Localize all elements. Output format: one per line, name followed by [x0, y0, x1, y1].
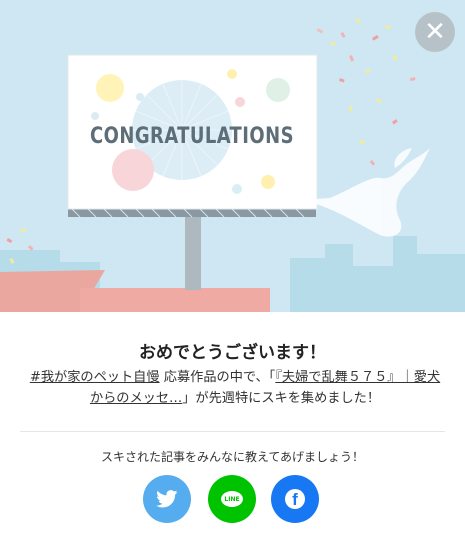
- close-button[interactable]: ✕: [415, 12, 455, 52]
- twitter-icon: [156, 490, 178, 508]
- billboard-text: CONGRATULATIONS: [90, 124, 294, 149]
- rooftop: [80, 288, 270, 312]
- celebration-illustration: CONGRATULATIONS ✕: [0, 0, 465, 312]
- congratulations-dialog: おめでとうございます！ #我が家のペット自慢 応募作品の中で、「『夫婦で乱舞５７…: [0, 312, 465, 543]
- billboard-pole: [185, 212, 201, 290]
- dialog-title: おめでとうございます！: [139, 343, 326, 363]
- message-text-1: 応募作品の中で、「: [163, 370, 276, 385]
- tag-link[interactable]: #我が家のペット自慢: [30, 370, 160, 385]
- message-text-2: 」が先週特にスキを集めました！: [182, 391, 381, 406]
- twitter-share-button[interactable]: [143, 475, 191, 523]
- line-icon: LINE: [221, 491, 243, 507]
- facebook-share-button[interactable]: f: [271, 475, 319, 523]
- share-prompt: スキされた記事をみんなに教えてあげましょう！: [100, 450, 365, 464]
- facebook-icon: f: [285, 489, 305, 509]
- divider: [20, 431, 445, 432]
- billboard-scene: CONGRATULATIONS: [0, 0, 465, 312]
- line-share-button[interactable]: LINE: [208, 475, 256, 523]
- dialog-message: #我が家のペット自慢 応募作品の中で、「『夫婦で乱舞５７５』｜愛犬からのメッセ……: [26, 367, 444, 409]
- close-icon: ✕: [424, 17, 446, 47]
